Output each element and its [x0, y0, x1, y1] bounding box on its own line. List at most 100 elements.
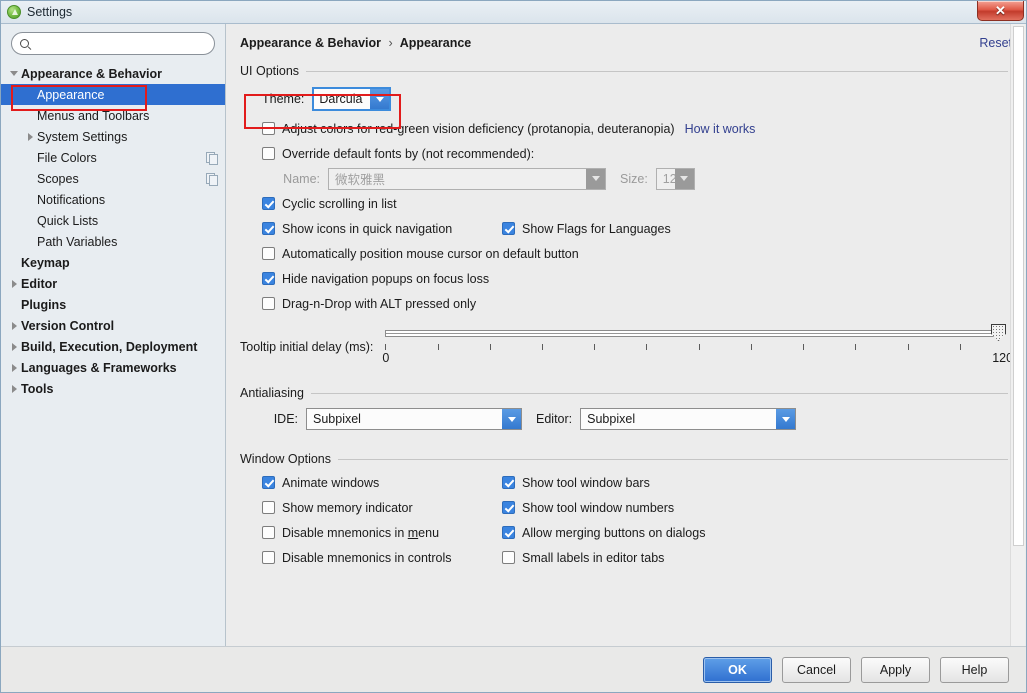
checkbox-box — [262, 551, 275, 564]
hide-nav-popups-checkbox[interactable]: Hide navigation popups on focus loss — [262, 272, 489, 286]
editor-antialiasing-dropdown[interactable]: Subpixel — [580, 408, 797, 430]
show-tool-window-bars-checkbox[interactable]: Show tool window bars — [502, 476, 650, 490]
font-name-label: Name: — [283, 171, 320, 186]
show-tool-window-numbers-label: Show tool window numbers — [522, 500, 675, 515]
font-name-value: 微软雅黑 — [335, 173, 386, 187]
breadcrumb-separator: › — [388, 36, 393, 50]
show-tool-window-bars-label: Show tool window bars — [522, 475, 650, 490]
sidebar-item-keymap[interactable]: Keymap — [1, 252, 225, 273]
show-icons-quick-nav-label: Show icons in quick navigation — [282, 221, 453, 236]
show-icons-quick-nav-checkbox[interactable]: Show icons in quick navigation — [262, 222, 502, 236]
show-flags-checkbox[interactable]: Show Flags for Languages — [502, 222, 1012, 236]
slider-tick — [646, 344, 648, 350]
disable-mnemonics-in-enu-checkbox[interactable]: Disable mnemonics in menu — [262, 526, 439, 540]
sidebar-item-version-control[interactable]: Version Control — [1, 315, 225, 336]
sidebar-item-build-execution-deployment[interactable]: Build, Execution, Deployment — [1, 336, 225, 357]
theme-row: Theme: Darcula — [240, 82, 1012, 116]
chevron-right-icon[interactable] — [7, 321, 21, 330]
slider-track[interactable] — [385, 330, 999, 337]
copy-icon[interactable] — [206, 173, 218, 186]
settings-sidebar: Appearance & Behavior Appearance Menus and… — [1, 24, 226, 646]
show-memory-indicator-label: Show memory indicator — [282, 500, 413, 515]
window-option-row: Disable mnemonics in menu — [262, 520, 502, 545]
slider-thumb[interactable] — [991, 324, 1006, 341]
sidebar-item-path-variables[interactable]: Path Variables — [1, 231, 225, 252]
checkbox-box — [262, 272, 275, 285]
breadcrumb: Appearance & Behavior › Appearance — [240, 36, 471, 50]
reset-link[interactable]: Reset — [979, 36, 1012, 50]
window-option-row: Disable mnemonics in controls — [262, 545, 502, 570]
sidebar-item-label: Keymap — [21, 255, 70, 270]
colorblind-checkbox[interactable]: Adjust colors for red-green vision defic… — [262, 122, 675, 136]
chevron-down-icon[interactable] — [7, 71, 21, 76]
chevron-right-icon[interactable] — [7, 279, 21, 288]
sidebar-item-appearance[interactable]: Appearance — [1, 84, 225, 105]
sidebar-item-languages-frameworks[interactable]: Languages & Frameworks — [1, 357, 225, 378]
how-it-works-link[interactable]: How it works — [685, 122, 756, 136]
font-size-dropdown[interactable]: 12 — [655, 167, 695, 190]
cyclic-scrolling-checkbox[interactable]: Cyclic scrolling in list — [262, 197, 397, 211]
allow-merging-buttons-on-dialogs-checkbox[interactable]: Allow merging buttons on dialogs — [502, 526, 705, 540]
sidebar-item-editor[interactable]: Editor — [1, 273, 225, 294]
slider-tick — [750, 344, 752, 350]
apply-button[interactable]: Apply — [861, 656, 930, 683]
sidebar-item-tools[interactable]: Tools — [1, 378, 225, 399]
theme-label: Theme: — [262, 92, 305, 106]
slider-tick — [385, 344, 387, 350]
sidebar-item-plugins[interactable]: Plugins — [1, 294, 225, 315]
sidebar-item-menus-and-toolbars[interactable]: Menus and Toolbars — [1, 105, 225, 126]
chevron-right-icon[interactable] — [7, 342, 21, 351]
font-name-dropdown[interactable]: 微软雅黑 — [328, 167, 606, 190]
slider-tick — [594, 344, 596, 350]
small-labels-in-editor-tabs-checkbox[interactable]: Small labels in editor tabs — [502, 551, 664, 565]
ok-button[interactable]: OK — [703, 656, 772, 683]
chevron-right-icon[interactable] — [23, 132, 37, 141]
editor-antialiasing-value: Subpixel — [587, 412, 636, 426]
close-button[interactable]: ✕ — [977, 1, 1024, 21]
window-option-row: Animate windows — [262, 470, 502, 495]
animate-windows-checkbox[interactable]: Animate windows — [262, 476, 379, 490]
search-box[interactable] — [11, 32, 215, 55]
sidebar-item-file-colors[interactable]: File Colors — [1, 147, 225, 168]
theme-dropdown[interactable]: Darcula — [312, 87, 392, 111]
override-fonts-checkbox[interactable]: Override default fonts by (not recommend… — [262, 147, 534, 161]
breadcrumb-row: Appearance & Behavior › Appearance Reset — [226, 24, 1026, 50]
sidebar-item-label: Tools — [21, 381, 54, 396]
sidebar-item-appearance-behavior[interactable]: Appearance & Behavior — [1, 63, 225, 84]
sidebar-item-notifications[interactable]: Notifications — [1, 189, 225, 210]
disable-mnemonics-in-controls-checkbox[interactable]: Disable mnemonics in controls — [262, 551, 452, 565]
chevron-right-icon[interactable] — [7, 363, 21, 372]
sidebar-item-quick-lists[interactable]: Quick Lists — [1, 210, 225, 231]
help-button[interactable]: Help — [940, 656, 1009, 683]
show-memory-indicator-checkbox[interactable]: Show memory indicator — [262, 501, 413, 515]
drag-n-drop-alt-checkbox[interactable]: Drag-n-Drop with ALT pressed only — [262, 297, 476, 311]
content-scrollbar[interactable] — [1010, 24, 1025, 646]
allow-merging-buttons-on-dialogs-label: Allow merging buttons on dialogs — [522, 525, 706, 540]
auto-position-cursor-checkbox[interactable]: Automatically position mouse cursor on d… — [262, 247, 579, 261]
ide-antialiasing-dropdown[interactable]: Subpixel — [306, 408, 522, 430]
show-tool-window-numbers-checkbox[interactable]: Show tool window numbers — [502, 501, 674, 515]
window-option-row: Show tool window bars — [502, 470, 1012, 495]
sidebar-item-label: Build, Execution, Deployment — [21, 339, 198, 354]
sidebar-item-label: Path Variables — [37, 234, 118, 249]
search-input[interactable] — [34, 35, 206, 52]
sidebar-item-label: System Settings — [37, 129, 128, 144]
checkbox-box — [262, 222, 275, 235]
breadcrumb-parent: Appearance & Behavior — [240, 36, 382, 50]
window-options-group-header: Window Options — [240, 452, 1012, 466]
slider-tick — [437, 344, 439, 350]
checkbox-box — [502, 551, 515, 564]
auto-position-cursor-label: Automatically position mouse cursor on d… — [282, 246, 579, 261]
font-row: Name: 微软雅黑 Size: 12 — [240, 166, 1012, 191]
sidebar-item-system-settings[interactable]: System Settings — [1, 126, 225, 147]
scrollbar-thumb[interactable] — [1013, 26, 1024, 546]
cyclic-scrolling-row: Cyclic scrolling in list — [240, 191, 1012, 216]
colorblind-row: Adjust colors for red-green vision defic… — [240, 116, 1012, 141]
checkbox-box — [262, 501, 275, 514]
copy-icon[interactable] — [206, 152, 218, 165]
settings-tree[interactable]: Appearance & Behavior Appearance Menus and… — [1, 61, 225, 399]
chevron-right-icon[interactable] — [7, 384, 21, 393]
auto-position-cursor-row: Automatically position mouse cursor on d… — [240, 241, 1012, 266]
cancel-button[interactable]: Cancel — [782, 656, 851, 683]
sidebar-item-scopes[interactable]: Scopes — [1, 168, 225, 189]
